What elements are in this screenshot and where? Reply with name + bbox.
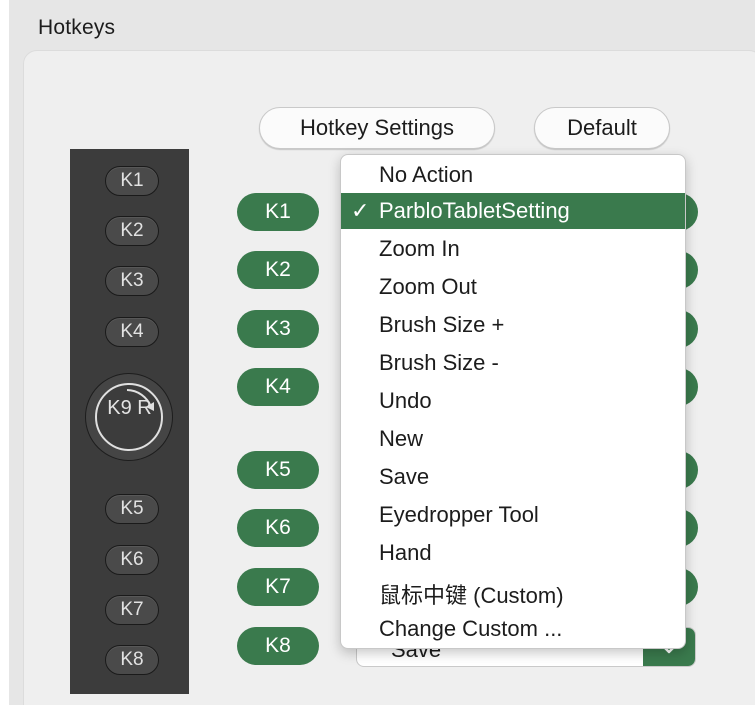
menu-item[interactable]: Zoom Out (341, 269, 685, 305)
hotkey-label-k4: K4 (237, 368, 319, 406)
menu-item-label: Undo (379, 388, 432, 413)
device-key-k4: K4 (105, 317, 159, 347)
app-window: Hotkeys Hotkey Settings Default K1 K2 K3… (0, 0, 755, 705)
menu-item-label: New (379, 426, 424, 451)
hotkey-settings-button[interactable]: Hotkey Settings (259, 107, 495, 149)
checkmark-icon: ✓ (351, 198, 370, 223)
menu-item-label: No Action (379, 162, 474, 187)
hotkey-label-k2: K2 (237, 251, 319, 289)
device-key-k7: K7 (105, 595, 159, 625)
hotkey-label-k5: K5 (237, 451, 319, 489)
device-dial-label: K9 R (70, 397, 189, 420)
menu-item[interactable]: Undo (341, 383, 685, 419)
menu-item[interactable]: Save (341, 459, 685, 495)
hotkey-label-k7: K7 (237, 568, 319, 606)
hotkey-label-k1: K1 (237, 193, 319, 231)
menu-item-label: Hand (379, 540, 432, 565)
device-key-k6: K6 (105, 545, 159, 575)
device-key-k3: K3 (105, 266, 159, 296)
menu-item[interactable]: ✓ ParbloTabletSetting (341, 193, 685, 229)
menu-item-label: Eyedropper Tool (379, 502, 539, 527)
menu-item[interactable]: Hand (341, 535, 685, 571)
menu-item-label: Zoom Out (379, 274, 477, 299)
menu-item[interactable]: Brush Size - (341, 345, 685, 381)
hotkey-label-k6: K6 (237, 509, 319, 547)
menu-item-label: 鼠标中键 (Custom) (379, 583, 564, 608)
section-title: Hotkeys (38, 16, 116, 39)
device-key-k1: K1 (105, 166, 159, 196)
menu-item[interactable]: Eyedropper Tool (341, 497, 685, 533)
menu-item-label: Brush Size - (379, 350, 499, 375)
action-dropdown-menu: No Action ✓ ParbloTabletSetting Zoom In Zoom… (340, 154, 686, 649)
dial-key-name: K9 (107, 397, 132, 419)
menu-item[interactable]: Change Custom ... (341, 611, 685, 647)
menu-item[interactable]: Zoom In (341, 231, 685, 267)
device-key-k5: K5 (105, 494, 159, 524)
menu-item-label: Save (379, 464, 430, 489)
menu-item[interactable]: New (341, 421, 685, 457)
hotkey-label-k8: K8 (237, 627, 319, 665)
dial-key-suffix: R (137, 397, 152, 419)
menu-item-label: ParbloTabletSetting (379, 198, 570, 223)
menu-item[interactable]: Brush Size + (341, 307, 685, 343)
menu-item-label: Brush Size + (379, 312, 505, 337)
default-button[interactable]: Default (534, 107, 670, 149)
hotkey-label-k3: K3 (237, 310, 319, 348)
tablet-device-illustration: K1 K2 K3 K4 K9 R K5 K6 K7 K8 (70, 149, 189, 694)
menu-item-label: Zoom In (379, 236, 460, 261)
menu-item[interactable]: 鼠标中键 (Custom) (341, 573, 685, 609)
menu-item-label: Change Custom ... (379, 616, 563, 641)
menu-item[interactable]: No Action (341, 157, 685, 193)
device-key-k2: K2 (105, 216, 159, 246)
device-key-k8: K8 (105, 645, 159, 675)
